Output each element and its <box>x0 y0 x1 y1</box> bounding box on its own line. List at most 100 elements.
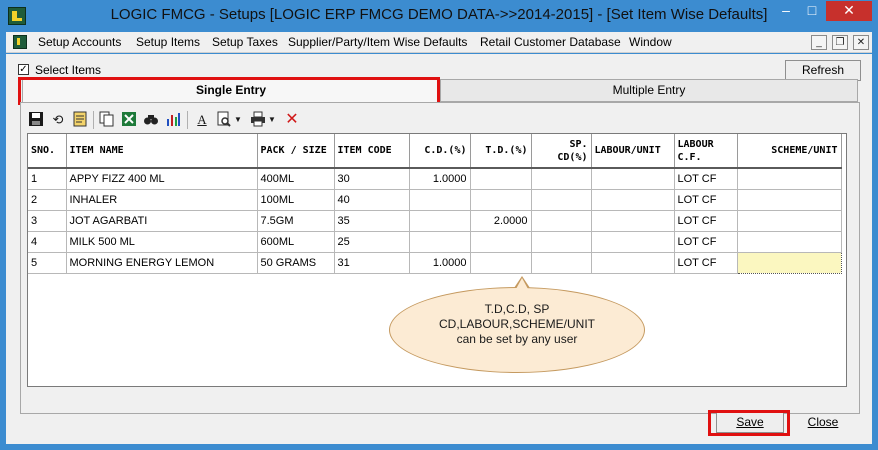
cell-item-code[interactable]: 30 <box>334 168 410 190</box>
menu-setup-items[interactable]: Setup Items <box>136 35 200 49</box>
cell-sp-cd[interactable] <box>531 189 592 211</box>
cell-item-name[interactable]: MILK 500 ML <box>66 231 258 253</box>
cell-scheme-unit-selected[interactable] <box>736 251 842 274</box>
cell-sp-cd[interactable] <box>531 231 592 253</box>
close-button[interactable]: Close <box>792 412 854 433</box>
menu-setup-accounts[interactable]: Setup Accounts <box>38 35 121 49</box>
print-icon[interactable] <box>249 111 267 129</box>
cell-labour-cf[interactable]: LOT CF <box>674 252 738 274</box>
table-row[interactable]: 3 JOT AGARBATI 7.5GM 35 2.0000 LOT CF <box>28 210 842 232</box>
mdi-restore-button[interactable]: ❐ <box>832 35 848 50</box>
cell-sp-cd[interactable] <box>531 210 592 232</box>
cell-item-code[interactable]: 25 <box>334 231 410 253</box>
cell-labour-unit[interactable] <box>591 189 675 211</box>
cell-scheme-unit[interactable] <box>737 210 842 232</box>
close-window-button[interactable]: ✕ <box>826 1 872 21</box>
cell-labour-unit[interactable] <box>591 252 675 274</box>
select-items-checkbox[interactable]: ✓ <box>18 64 29 75</box>
cell-td[interactable]: 2.0000 <box>470 210 532 232</box>
toolbar-separator <box>187 111 188 129</box>
cell-td[interactable] <box>470 231 532 253</box>
mdi-minimize-button[interactable]: _ <box>811 35 827 50</box>
menu-window[interactable]: Window <box>629 35 672 49</box>
cell-item-code[interactable]: 40 <box>334 189 410 211</box>
cell-sno[interactable]: 4 <box>28 231 67 253</box>
mdi-close-button[interactable]: ✕ <box>853 35 869 50</box>
cell-labour-unit[interactable] <box>591 231 675 253</box>
notes-icon[interactable] <box>71 111 89 129</box>
defaults-table: SNO. ITEM NAME PACK / SIZE ITEM CODE C.D… <box>28 134 842 274</box>
font-icon[interactable]: A <box>193 111 211 129</box>
cell-td[interactable] <box>470 168 532 190</box>
select-items-label: Select Items <box>35 63 102 77</box>
cell-item-name[interactable]: INHALER <box>66 189 258 211</box>
col-header-td[interactable]: T.D.(%) <box>470 134 532 169</box>
cell-pack-size[interactable]: 100ML <box>257 189 335 211</box>
dropdown-icon[interactable]: ▼ <box>233 111 243 129</box>
table-row[interactable]: 2 INHALER 100ML 40 LOT CF <box>28 189 842 211</box>
cell-item-code[interactable]: 35 <box>334 210 410 232</box>
dropdown-icon[interactable]: ▼ <box>267 111 277 129</box>
cell-cd[interactable]: 1.0000 <box>409 252 471 274</box>
col-header-scheme-unit[interactable]: SCHEME/UNIT <box>737 134 842 169</box>
save-icon[interactable] <box>27 111 45 129</box>
cell-scheme-unit[interactable] <box>737 189 842 211</box>
menu-retail-customer-database[interactable]: Retail Customer Database <box>480 35 621 49</box>
copy-icon[interactable] <box>98 111 116 129</box>
cell-cd[interactable]: 1.0000 <box>409 168 471 190</box>
col-header-labour-unit[interactable]: LABOUR/UNIT <box>591 134 675 169</box>
table-row[interactable]: 4 MILK 500 ML 600ML 25 LOT CF <box>28 231 842 253</box>
chart-icon[interactable] <box>164 111 182 129</box>
col-header-sno[interactable]: SNO. <box>28 134 67 169</box>
cell-labour-unit[interactable] <box>591 168 675 190</box>
table-row[interactable]: 1 APPY FIZZ 400 ML 400ML 30 1.0000 LOT C… <box>28 168 842 190</box>
cell-pack-size[interactable]: 400ML <box>257 168 335 190</box>
cell-td[interactable] <box>470 189 532 211</box>
cell-sno[interactable]: 1 <box>28 168 67 190</box>
cell-item-code[interactable]: 31 <box>334 252 410 274</box>
title-bar[interactable]: LOGIC FMCG - Setups [LOGIC ERP FMCG DEMO… <box>0 0 878 32</box>
col-header-item-name[interactable]: ITEM NAME <box>66 134 258 169</box>
cell-td[interactable] <box>470 252 532 274</box>
refresh-button[interactable]: Refresh <box>785 60 861 81</box>
cell-sno[interactable]: 2 <box>28 189 67 211</box>
cell-pack-size[interactable]: 50 GRAMS <box>257 252 335 274</box>
menu-supplier-party-item-wise-defaults[interactable]: Supplier/Party/Item Wise Defaults <box>288 35 467 49</box>
col-header-cd[interactable]: C.D.(%) <box>409 134 471 169</box>
undo-icon[interactable]: ⟲ <box>49 111 67 129</box>
col-header-sp-cd[interactable]: SP. CD(%) <box>531 134 592 169</box>
minimize-button[interactable]: – <box>773 1 799 21</box>
col-header-pack-size[interactable]: PACK / SIZE <box>257 134 335 169</box>
cell-sno[interactable]: 5 <box>28 252 67 274</box>
excel-icon[interactable] <box>120 111 138 129</box>
cell-pack-size[interactable]: 600ML <box>257 231 335 253</box>
table-row[interactable]: 5 MORNING ENERGY LEMON 50 GRAMS 31 1.000… <box>28 251 842 274</box>
print-preview-icon[interactable] <box>215 111 233 129</box>
cell-cd[interactable] <box>409 231 471 253</box>
find-icon[interactable] <box>142 111 160 129</box>
cell-labour-cf[interactable]: LOT CF <box>674 210 738 232</box>
cell-cd[interactable] <box>409 189 471 211</box>
cell-item-name[interactable]: APPY FIZZ 400 ML <box>66 168 258 190</box>
maximize-button[interactable]: □ <box>799 1 825 21</box>
cell-sp-cd[interactable] <box>531 252 592 274</box>
delete-icon[interactable]: ✕ <box>283 111 301 129</box>
cell-labour-cf[interactable]: LOT CF <box>674 168 738 190</box>
col-header-labour-cf[interactable]: LABOUR C.F. <box>674 134 738 169</box>
cell-labour-cf[interactable]: LOT CF <box>674 189 738 211</box>
cell-labour-unit[interactable] <box>591 210 675 232</box>
cell-scheme-unit[interactable] <box>737 168 842 190</box>
cell-sp-cd[interactable] <box>531 168 592 190</box>
cell-scheme-unit[interactable] <box>737 231 842 253</box>
cell-labour-cf[interactable]: LOT CF <box>674 231 738 253</box>
cell-item-name[interactable]: MORNING ENERGY LEMON <box>66 252 258 274</box>
cell-sno[interactable]: 3 <box>28 210 67 232</box>
col-header-item-code[interactable]: ITEM CODE <box>334 134 410 169</box>
cell-item-name[interactable]: JOT AGARBATI <box>66 210 258 232</box>
menu-setup-taxes[interactable]: Setup Taxes <box>212 35 278 49</box>
callout-pointer-fill <box>516 278 528 289</box>
tab-multiple-entry[interactable]: Multiple Entry <box>440 79 858 102</box>
cell-pack-size[interactable]: 7.5GM <box>257 210 335 232</box>
cell-cd[interactable] <box>409 210 471 232</box>
document-icon[interactable] <box>13 35 27 49</box>
